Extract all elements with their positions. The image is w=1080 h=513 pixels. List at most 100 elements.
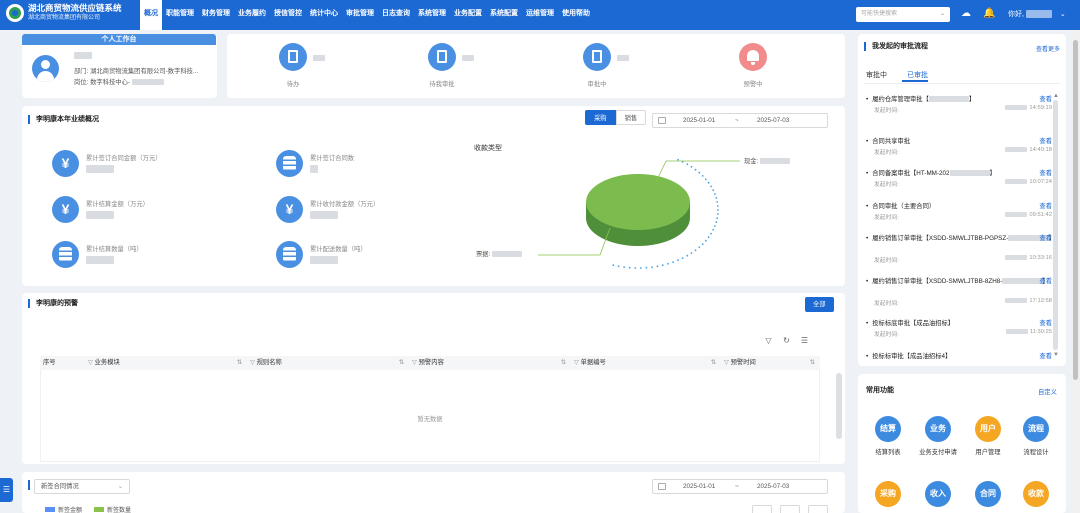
- tab-purchase[interactable]: 采购: [585, 110, 616, 125]
- nav-overview[interactable]: 概况: [140, 0, 162, 30]
- chart-mode-button[interactable]: [780, 505, 800, 513]
- function-shortcut[interactable]: 收款: [1014, 481, 1058, 507]
- col-rule-name[interactable]: ▽ 规则名称 ⇅: [247, 356, 409, 370]
- tab-approved[interactable]: 已审批: [907, 70, 928, 80]
- tab-sale[interactable]: 销售: [615, 110, 647, 125]
- nav-statistics[interactable]: 统计中心: [306, 0, 342, 30]
- nav-system-management[interactable]: 系统管理: [414, 0, 450, 30]
- pie-label-bill-value: [492, 251, 523, 258]
- stat-warning-label: 预警中: [743, 81, 763, 88]
- function-icon[interactable]: 收款: [1023, 481, 1049, 507]
- function-icon[interactable]: 流程: [1023, 416, 1049, 442]
- approval-view-link[interactable]: 查看: [1039, 351, 1052, 360]
- tab-in-approval[interactable]: 审批中: [866, 70, 887, 80]
- nav-business-config[interactable]: 业务配置: [450, 0, 486, 30]
- approval-view-link[interactable]: 查看: [1039, 168, 1052, 177]
- col-warning-content[interactable]: ▽ 预警内容 ⇅: [409, 356, 571, 370]
- warnings-scrollbar[interactable]: [836, 373, 842, 439]
- approval-view-link[interactable]: 查看: [1039, 233, 1052, 242]
- approval-item[interactable]: 履约销售订单审批【XSDD-SMWLJTBB-8ZH8-】查看发起时间: 17:1…: [866, 276, 1052, 308]
- approval-item[interactable]: 合同审批（主要合同） 查看发起时间: 09:51:42: [866, 201, 1052, 233]
- chart-mode-button[interactable]: [808, 505, 828, 513]
- sort-icon[interactable]: ⇅: [711, 356, 716, 370]
- legend-label-amount: 新签金额: [58, 508, 83, 513]
- function-shortcut[interactable]: 结算 结算列表: [866, 416, 910, 456]
- function-icon[interactable]: 业务: [925, 416, 951, 442]
- col-doc-number[interactable]: ▽ 单据编号 ⇅: [571, 356, 721, 370]
- function-icon[interactable]: 合同: [975, 481, 1001, 507]
- nav-approval[interactable]: 审批管理: [342, 0, 378, 30]
- sort-icon[interactable]: ⇅: [810, 356, 815, 370]
- date-separator: ~: [735, 117, 739, 124]
- approval-view-link[interactable]: 查看: [1039, 318, 1052, 327]
- pie-ring-tick: [690, 252, 693, 254]
- performance-date-range[interactable]: 2025-01-01 ~ 2025-07-03: [652, 113, 828, 128]
- scroll-up-icon[interactable]: ▲: [1053, 93, 1059, 99]
- customize-link[interactable]: 自定义: [1038, 387, 1057, 396]
- pie-ring-tick: [677, 259, 679, 262]
- function-shortcut[interactable]: 收入: [916, 481, 960, 507]
- stat-todo[interactable]: 待办: [253, 43, 333, 88]
- approval-view-link[interactable]: 查看: [1039, 136, 1052, 145]
- page-scrollbar-thumb[interactable]: [1073, 40, 1078, 380]
- nav-help[interactable]: 使用帮助: [558, 0, 594, 30]
- col-warning-time[interactable]: ▽ 预警时间 ⇅: [721, 356, 820, 370]
- nav-finance[interactable]: 财务管理: [198, 0, 234, 30]
- approval-item[interactable]: 合同共享审批 查看发起时间: 14:40:18: [866, 136, 1052, 168]
- nav-fulfillment[interactable]: 业务履约: [234, 0, 270, 30]
- approval-view-link[interactable]: 查看: [1039, 201, 1052, 210]
- nav-log-query[interactable]: 日志查询: [378, 0, 414, 30]
- nav-ops[interactable]: 运维管理: [522, 0, 558, 30]
- scroll-down-icon[interactable]: ▼: [1053, 352, 1059, 358]
- nav-credit-control[interactable]: 授信管控: [270, 0, 306, 30]
- stat-in-approval[interactable]: 审批中: [557, 43, 637, 88]
- refresh-icon[interactable]: ↻: [782, 336, 791, 345]
- stat-warning[interactable]: 预警中: [713, 43, 793, 88]
- personal-workbench-header: 个人工作台: [22, 34, 216, 45]
- page-scrollbar[interactable]: [1073, 30, 1080, 513]
- filter-icon[interactable]: ▽: [764, 336, 773, 345]
- approval-item[interactable]: 履约仓库管理审批【】 查看发起时间: 14:59:19: [866, 94, 1052, 126]
- function-shortcut[interactable]: 合同: [966, 481, 1010, 507]
- bell-icon[interactable]: 🔔: [983, 8, 995, 20]
- approvals-more-link[interactable]: 查看更多: [1036, 44, 1060, 53]
- sort-icon[interactable]: ⇅: [237, 356, 242, 370]
- function-icon[interactable]: 收入: [925, 481, 951, 507]
- contract-date-range[interactable]: 2025-01-01 ~ 2025-07-03: [652, 479, 828, 494]
- sort-icon[interactable]: ⇅: [399, 356, 404, 370]
- function-icon[interactable]: 结算: [875, 416, 901, 442]
- approval-time-wrap: 10:33:16: [1005, 255, 1052, 261]
- nav-function-management[interactable]: 职能管理: [162, 0, 198, 30]
- cloud-download-icon[interactable]: ☁: [960, 8, 972, 20]
- menu-toggle-icon[interactable]: ☰: [0, 478, 13, 502]
- approval-item[interactable]: 投标标底审批【成品油招标】 查看发起时间: 11:30:25: [866, 318, 1052, 350]
- col-module[interactable]: ▽ 业务模块 ⇅: [85, 356, 247, 370]
- pie-ring-tick: [686, 163, 689, 166]
- approval-item[interactable]: 履约销售订单审批【XSDD-SMWLJTBB-PGPSZ-】查看发起时间: 10:…: [866, 233, 1054, 265]
- quick-search-input[interactable]: 可能快捷搜索 ⌄: [856, 7, 950, 22]
- function-shortcut[interactable]: 采购: [866, 481, 910, 507]
- function-shortcut[interactable]: 业务 业务支付申请: [916, 416, 960, 456]
- chart-mode-button[interactable]: [752, 505, 772, 513]
- function-icon[interactable]: 采购: [875, 481, 901, 507]
- approval-time: 10:33:16: [1029, 255, 1052, 262]
- function-shortcut[interactable]: 流程 流程设计: [1014, 416, 1058, 456]
- function-icon[interactable]: 用户: [975, 416, 1001, 442]
- nav-system-config[interactable]: 系统配置: [486, 0, 522, 30]
- approvals-scrollbar[interactable]: [1053, 100, 1058, 350]
- view-all-warnings-button[interactable]: 全部: [805, 297, 834, 312]
- contract-type-select[interactable]: 新签合同情况 ⌄: [34, 479, 130, 494]
- functions-title: 常用功能: [866, 387, 894, 394]
- column-settings-icon[interactable]: ☰: [800, 336, 809, 345]
- approval-item[interactable]: 合同备案审批【HT-MM-202】 查看发起时间: 10:07:24: [866, 168, 1052, 200]
- user-menu[interactable]: 你好, ⌄: [1008, 9, 1066, 19]
- metric-contract-amount: ¥ 累计签订合同金额（万元）: [52, 150, 252, 180]
- approval-view-link[interactable]: 查看: [1039, 94, 1052, 103]
- calendar-icon: [658, 483, 666, 490]
- stat-pending-approval[interactable]: 待我审批: [402, 43, 482, 88]
- function-shortcut[interactable]: 用户 用户管理: [966, 416, 1010, 456]
- approval-view-link[interactable]: 查看: [1039, 276, 1052, 285]
- brand[interactable]: 湖北商贸物流供应链系统 湖北商贸物流集团有限公司: [6, 3, 122, 23]
- pie-slice-bill[interactable]: [586, 174, 690, 230]
- sort-icon[interactable]: ⇅: [561, 356, 566, 370]
